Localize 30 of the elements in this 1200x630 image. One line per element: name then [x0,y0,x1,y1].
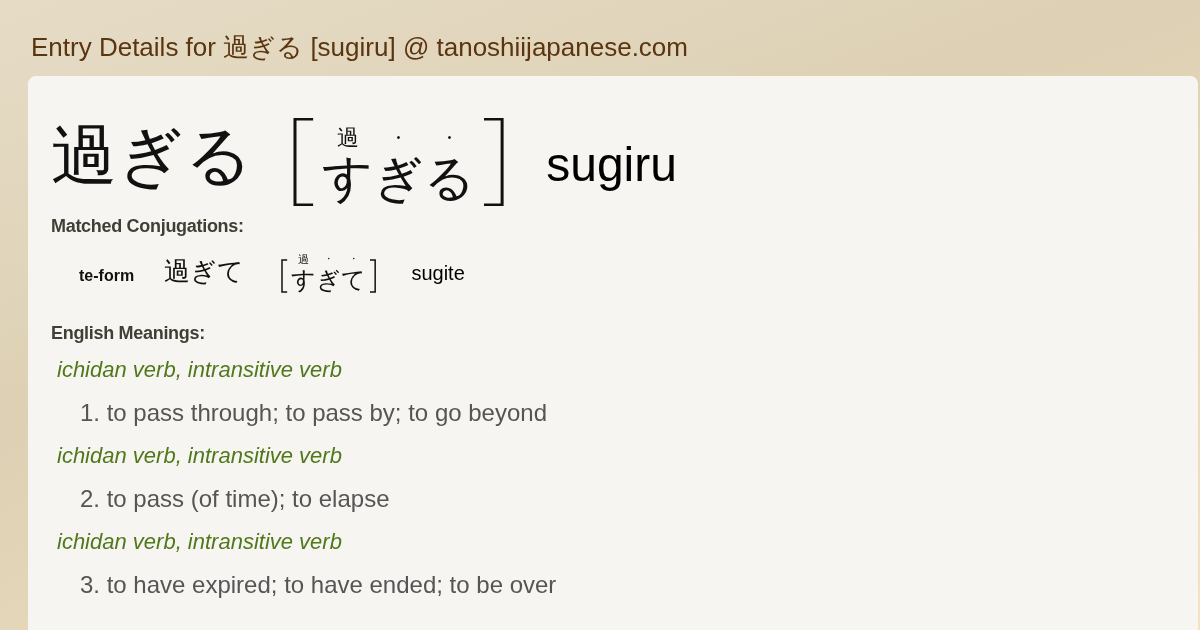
part-of-speech: ichidan verb, intransitive verb [57,356,343,384]
closing-bracket-icon [369,259,378,293]
definition-text: 3. to have expired; to have ended; to be over [80,570,558,600]
section-heading: English Meanings: [51,323,206,344]
furigana-text: · [395,124,403,151]
furigana-text: · [327,253,331,267]
closing-bracket-icon [483,118,505,206]
furigana-text: · [446,124,454,151]
opening-bracket-icon [293,118,315,206]
furigana-text: 過 [336,124,359,151]
furigana-text: 過 [298,253,310,267]
opening-bracket-icon [280,259,289,293]
part-of-speech: ichidan verb, intransitive verb [57,528,343,556]
conjugation-word: 過ぎて [164,255,245,288]
kana-text: て [341,266,367,293]
part-of-speech: ichidan verb, intransitive verb [57,442,343,470]
kana-text: ぎ [373,151,425,206]
page-title: Entry Details for 過ぎる [sugiru] @ tanoshiijapanese.com [31,31,689,64]
kana-text: ぎ [316,266,342,293]
kana-text: す [291,266,317,293]
kana-text: る [424,151,476,206]
furigana-text: · [352,253,356,267]
conjugation-form: te-form [79,267,135,285]
definition-text: 1. to pass through; to pass by; to go beyond [80,398,548,428]
definition-text: 2. to pass (of time); to elapse [80,484,391,514]
romaji-text: sugite [411,262,465,285]
kana-text: す [322,151,374,206]
romaji-text: sugiru [546,137,677,192]
entry-word: 過ぎる [51,116,253,196]
section-heading: Matched Conjugations: [51,216,245,237]
